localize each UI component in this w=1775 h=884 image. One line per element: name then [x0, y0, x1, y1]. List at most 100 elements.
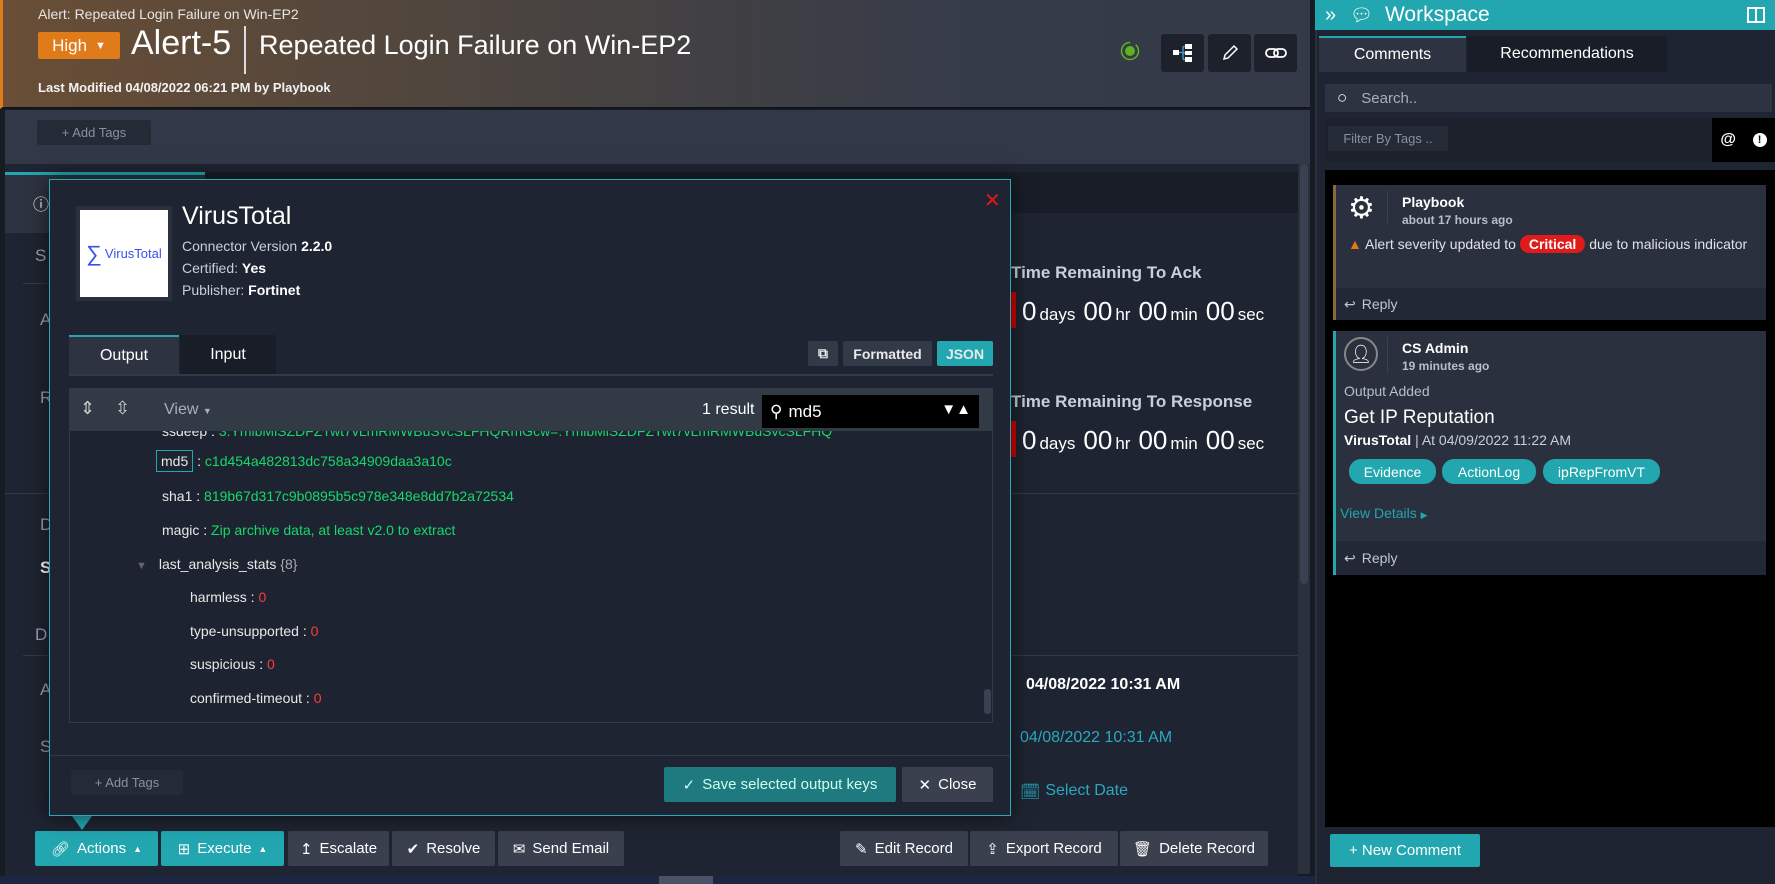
add-tags-button[interactable]: + Add Tags	[37, 120, 151, 145]
filter-by-tags-input[interactable]: Filter By Tags ..	[1328, 126, 1448, 151]
comment-list: ⚙ Playbook about 17 hours ago ▲ Alert se…	[1325, 170, 1775, 827]
ack-timer: 0 days 00 hr 00 min 00 sec	[1022, 296, 1265, 326]
action-source: VirusTotal | At 04/09/2022 11:22 AM	[1344, 432, 1572, 448]
json-search-input[interactable]: ⚲ md5 ▼▲	[762, 395, 979, 428]
link-button[interactable]	[1254, 34, 1297, 72]
reply-button[interactable]: ↩ Reply	[1336, 541, 1766, 575]
main-scrollbar-thumb[interactable]	[1300, 164, 1308, 584]
search-icon: ⚲	[770, 401, 783, 421]
reply-icon: ↩	[1344, 549, 1356, 566]
view-dropdown[interactable]: View ▼	[164, 401, 212, 419]
severity-dropdown[interactable]: High ▼	[38, 32, 120, 59]
user-avatar-icon: 👤︎	[1344, 337, 1378, 371]
resolve-button[interactable]: ✔ Resolve	[392, 831, 495, 866]
action-name: Get IP Reputation	[1344, 407, 1495, 428]
json-row: type-unsupported : 0	[190, 623, 319, 639]
calendar-icon: 🗓	[1020, 784, 1041, 801]
link-icon	[1264, 48, 1287, 58]
close-icon[interactable]: ✕	[984, 188, 1001, 213]
reply-icon: ↩	[1344, 295, 1356, 312]
connector-version: Connector Version 2.2.0	[182, 238, 333, 254]
comment-card: 👤︎ CS Admin 19 minutes ago Output Added …	[1333, 331, 1766, 575]
select-date-button[interactable]: 🗓 Select Date	[1020, 782, 1128, 802]
comment-text: ▲ Alert severity updated to Critical due…	[1348, 235, 1748, 253]
last-modified: Last Modified 04/08/2022 06:21 PM by Pla…	[38, 80, 331, 95]
arrow-up-icon: ↥	[299, 840, 313, 858]
response-indicator	[1011, 421, 1016, 457]
collapse-all-icon[interactable]: ⇳	[115, 398, 130, 419]
export-record-button[interactable]: ⇪ Export Record	[970, 831, 1118, 866]
page-scrollbar-thumb[interactable]	[659, 876, 713, 884]
viewer-scrollbar-thumb[interactable]	[984, 689, 991, 714]
view-details-link[interactable]: View Details ▶	[1340, 505, 1428, 521]
escalate-button[interactable]: ↥ Escalate	[288, 831, 389, 866]
tab-recommendations[interactable]: Recommendations	[1467, 36, 1667, 72]
edit-record-button[interactable]: ✎ Edit Record	[840, 831, 968, 866]
important-icon[interactable]: !	[1752, 133, 1767, 147]
ack-label: Time Remaining To Ack	[1011, 263, 1202, 282]
export-icon: ⇪	[986, 840, 999, 858]
comment-author: Playbook	[1402, 194, 1465, 210]
workspace-header: » 💬︎ Workspace	[1315, 0, 1775, 30]
json-row[interactable]: ▼ last_analysis_stats {8}	[136, 556, 297, 572]
response-label: Time Remaining To Response	[1011, 392, 1253, 411]
pencil-icon	[1222, 44, 1238, 61]
prev-next-arrows[interactable]: ▼▲	[941, 401, 971, 418]
severity-label: High	[52, 35, 88, 55]
save-output-keys-button[interactable]: ✓ Save selected output keys	[664, 767, 896, 802]
divider	[244, 26, 246, 74]
tags-bar: + Add Tags	[5, 110, 1310, 164]
close-icon: ✕	[918, 776, 932, 794]
json-row: md5 : c1d454a482813dc758a34909daa3a10c	[156, 450, 452, 472]
tab-input[interactable]: Input	[180, 335, 276, 375]
ack-indicator	[1011, 292, 1016, 328]
divider	[50, 755, 1010, 756]
tab-underline	[69, 374, 993, 376]
add-tags-button[interactable]: + Add Tags	[71, 770, 183, 795]
alert-header: Alert: Repeated Login Failure on Win-EP2…	[0, 0, 1310, 109]
popover-pointer	[72, 816, 92, 830]
reply-button[interactable]: ↩ Reply	[1336, 288, 1766, 320]
edit-button[interactable]	[1208, 34, 1251, 72]
connector-output-modal: ∑ VirusTotal VirusTotal Connector Version…	[49, 179, 1011, 816]
comment-time: about 17 hours ago	[1402, 213, 1513, 227]
delete-record-button[interactable]: 🗑︎ Delete Record	[1120, 831, 1268, 866]
comment-search-input[interactable]: ○ Search..	[1325, 84, 1772, 112]
playbook-gear-icon: ⚙	[1348, 192, 1375, 225]
split-view-icon[interactable]	[1747, 7, 1765, 23]
tag-pill[interactable]: Evidence	[1349, 459, 1436, 484]
collapse-panel-icon[interactable]: »	[1325, 4, 1336, 27]
actions-button[interactable]: 🔗︎ Actions ▲	[35, 831, 158, 866]
partial-label: S	[35, 246, 47, 265]
date-link[interactable]: 04/08/2022 10:31 AM	[1020, 729, 1172, 747]
json-row: harmless : 0	[190, 589, 267, 605]
alert-title: Repeated Login Failure on Win-EP2	[259, 30, 692, 60]
comment-author: CS Admin	[1402, 340, 1469, 356]
new-comment-button[interactable]: + New Comment	[1330, 834, 1480, 867]
execute-button[interactable]: ⊞ Execute ▲	[161, 831, 284, 866]
expand-all-icon[interactable]: ⇕	[80, 398, 95, 419]
formatted-button[interactable]: Formatted	[843, 341, 932, 366]
mention-icon[interactable]: @	[1720, 131, 1736, 149]
search-icon: ○	[1337, 88, 1348, 107]
close-button[interactable]: ✕ Close	[902, 767, 993, 802]
send-email-button[interactable]: ✉ Send Email	[498, 831, 624, 866]
tab-output[interactable]: Output	[69, 335, 179, 375]
hierarchy-button[interactable]	[1161, 34, 1204, 72]
breadcrumb: Alert: Repeated Login Failure on Win-EP2	[38, 6, 299, 22]
status-icon[interactable]	[1120, 41, 1140, 66]
link-icon: 🔗︎	[50, 840, 70, 858]
copy-button[interactable]: ⧉	[808, 341, 838, 366]
comment-time: 19 minutes ago	[1402, 359, 1490, 373]
hierarchy-icon: ⊞	[177, 840, 191, 858]
json-toolbar: ⇕ ⇳ View ▼ 1 result ⚲ md5 ▼▲	[70, 389, 992, 431]
workspace-title: Workspace	[1384, 3, 1490, 26]
collapse-triangle-icon: ▼	[136, 560, 147, 572]
json-row: sha1 : 819b67d317c9b0895b5c978e348e8dd7b…	[162, 488, 514, 504]
virustotal-logo: ∑ VirusTotal	[76, 206, 172, 301]
tag-pill[interactable]: ipRepFromVT	[1543, 459, 1660, 484]
json-button[interactable]: JSON	[937, 341, 993, 366]
tag-pill[interactable]: ActionLog	[1442, 459, 1536, 484]
tab-comments[interactable]: Comments	[1319, 36, 1466, 72]
alert-id: Alert-5	[131, 24, 232, 62]
